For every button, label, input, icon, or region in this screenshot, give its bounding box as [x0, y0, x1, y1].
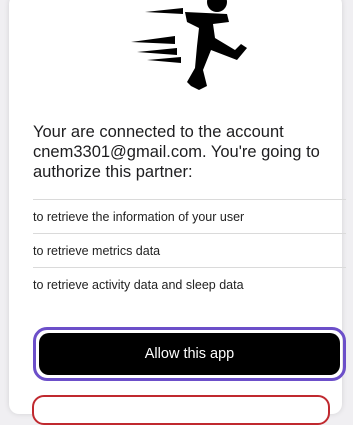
permission-item: to retrieve the information of your user	[33, 199, 346, 233]
permission-item: to retrieve metrics data	[33, 233, 346, 267]
running-figure-icon	[131, 0, 247, 90]
authorization-card: Your are connected to the account cnem33…	[9, 0, 346, 414]
deny-button[interactable]	[32, 395, 330, 425]
account-message: Your are connected to the account cnem33…	[33, 123, 320, 181]
permission-item: to retrieve activity data and sleep data	[33, 267, 346, 301]
allow-button-focus-ring: Allow this app	[33, 327, 346, 381]
permission-list: to retrieve the information of your user…	[33, 199, 346, 301]
allow-app-button[interactable]: Allow this app	[39, 333, 340, 375]
